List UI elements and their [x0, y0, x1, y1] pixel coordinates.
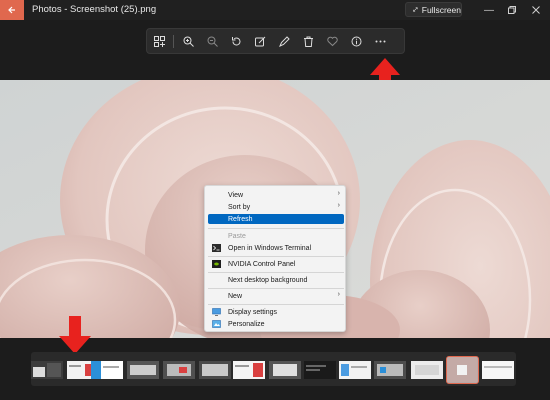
personalize-icon	[212, 320, 221, 328]
fullscreen-button[interactable]: Fullscreen	[405, 2, 462, 17]
menu-item-label: Display settings	[228, 308, 278, 316]
draw-button[interactable]	[272, 30, 296, 52]
image-toolbar	[146, 28, 405, 54]
info-button[interactable]	[344, 30, 368, 52]
thumbnail-image	[91, 361, 119, 379]
fullscreen-label: Fullscreen	[421, 4, 461, 15]
menu-item-display-settings[interactable]: Display settings	[208, 307, 344, 317]
menu-item-label: Next desktop background	[228, 276, 308, 284]
filmstrip-thumbnail[interactable]	[339, 361, 371, 379]
zoom-out-icon	[207, 36, 218, 47]
draw-icon	[278, 35, 290, 47]
back-button[interactable]	[0, 0, 24, 20]
menu-item-label: Refresh	[228, 215, 253, 223]
minimize-icon: —	[484, 4, 494, 16]
chevron-right-icon: ›	[337, 202, 340, 209]
display-icon	[212, 308, 221, 316]
favorite-icon	[326, 36, 338, 46]
close-icon	[532, 6, 540, 14]
filmstrip-thumbnail[interactable]	[127, 361, 159, 379]
toolbar-separator	[173, 34, 174, 48]
filmstrip-thumbnail[interactable]	[269, 361, 301, 379]
chevron-right-icon: ›	[337, 291, 340, 298]
filmstrip-thumbnail[interactable]	[91, 361, 123, 379]
more-icon	[375, 40, 385, 42]
menu-item-label: Personalize	[228, 320, 265, 328]
filmstrip-thumbnail[interactable]	[199, 361, 231, 379]
thumbnail-image	[415, 365, 439, 375]
window-title: Photos - Screenshot (25).png	[32, 4, 157, 15]
title-bar: Photos - Screenshot (25).png Fullscreen …	[0, 0, 550, 20]
back-arrow-icon	[8, 6, 15, 14]
restore-button[interactable]	[501, 0, 523, 20]
rotate-button[interactable]	[224, 30, 248, 52]
thumbnail-image	[306, 365, 326, 371]
close-button[interactable]	[525, 0, 547, 20]
filmstrip-thumbnail[interactable]	[411, 361, 443, 379]
chevron-right-icon: ›	[337, 190, 340, 197]
edit-icon	[254, 36, 265, 46]
nvidia-icon	[212, 260, 221, 268]
menu-separator	[208, 256, 344, 257]
thumbnail-image	[130, 365, 156, 375]
edit-button[interactable]	[248, 30, 272, 52]
menu-item-sort-by[interactable]: Sort by ›	[208, 202, 344, 212]
restore-icon	[508, 6, 516, 14]
menu-item-label: Sort by	[228, 203, 251, 211]
zoom-in-icon	[183, 36, 194, 47]
annotation-arrow-down	[59, 316, 91, 354]
filmstrip-thumbnail[interactable]	[374, 361, 406, 379]
zoom-out-button[interactable]	[200, 30, 224, 52]
zoom-in-button[interactable]	[176, 30, 200, 52]
minimize-button[interactable]: —	[478, 0, 500, 20]
thumbnail-image	[273, 364, 297, 376]
menu-separator	[208, 228, 344, 229]
menu-item-nvidia[interactable]: NVIDIA Control Panel	[208, 259, 344, 269]
menu-item-label: View	[228, 191, 244, 199]
menu-separator	[208, 288, 344, 289]
filmstrip-thumbnail[interactable]	[233, 361, 265, 379]
menu-item-label: Open in Windows Terminal	[228, 244, 312, 252]
menu-item-view[interactable]: View ›	[208, 190, 344, 200]
favorite-button[interactable]	[320, 30, 344, 52]
menu-item-new[interactable]: New ›	[208, 291, 344, 301]
thumbnail-image	[447, 357, 477, 382]
thumbnail-image	[167, 364, 191, 376]
filmstrip	[31, 352, 516, 386]
menu-item-paste[interactable]: Paste	[208, 231, 344, 241]
thumbnail-image	[202, 364, 228, 376]
filmstrip-thumbnail[interactable]	[304, 361, 336, 379]
menu-item-personalize[interactable]: Personalize	[208, 319, 344, 329]
more-options-button[interactable]	[368, 30, 392, 52]
menu-separator	[208, 304, 344, 305]
gallery-icon	[153, 35, 165, 47]
menu-item-refresh[interactable]: Refresh	[208, 214, 344, 224]
menu-item-label: New	[228, 292, 243, 300]
filmstrip-thumbnail[interactable]	[163, 361, 195, 379]
photos-app: Photos - Screenshot (25).png Fullscreen …	[0, 0, 550, 400]
menu-item-open-terminal[interactable]: Open in Windows Terminal	[208, 243, 344, 253]
terminal-icon	[212, 244, 221, 252]
delete-icon	[303, 36, 313, 47]
thumbnail-image	[235, 363, 263, 377]
rotate-icon	[231, 36, 240, 46]
delete-button[interactable]	[296, 30, 320, 52]
gallery-button[interactable]	[147, 30, 171, 52]
thumbnail-image	[341, 364, 367, 376]
filmstrip-thumbnail-selected[interactable]	[446, 356, 479, 384]
thumbnail-image	[484, 366, 512, 368]
desktop-context-menu: View › Sort by › Refresh Paste Open in W…	[204, 185, 346, 332]
info-icon	[351, 36, 361, 46]
filmstrip-thumbnail[interactable]	[31, 361, 63, 379]
menu-item-next-background[interactable]: Next desktop background	[208, 275, 344, 285]
thumbnail-image	[377, 364, 403, 376]
menu-item-label: NVIDIA Control Panel	[228, 260, 296, 268]
menu-item-label: Paste	[228, 232, 246, 240]
filmstrip-thumbnail[interactable]	[482, 361, 514, 379]
thumbnail-image	[33, 363, 61, 377]
menu-separator	[208, 272, 344, 273]
fullscreen-icon	[413, 7, 418, 12]
